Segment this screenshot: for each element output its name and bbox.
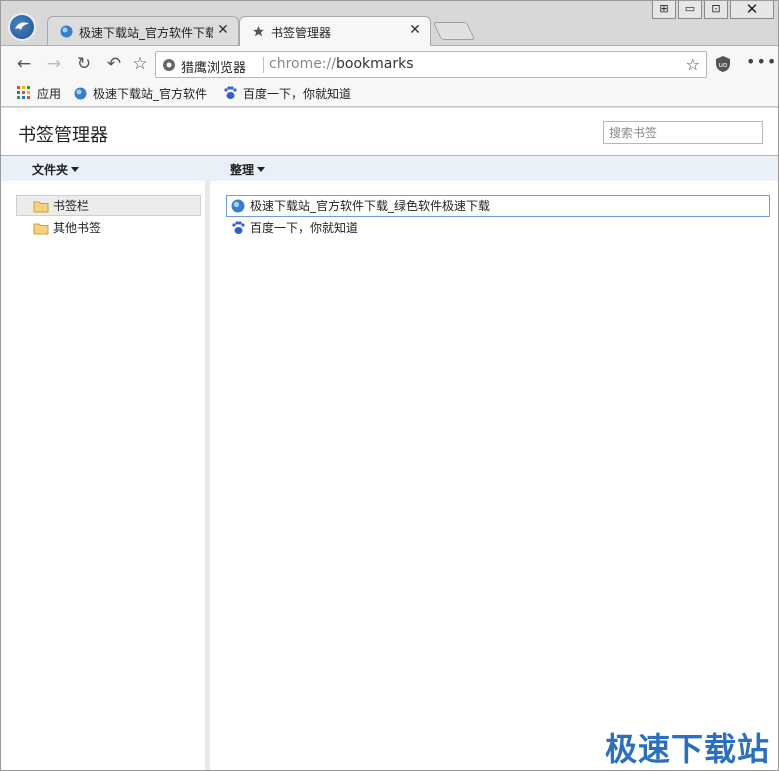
folder-icon [33, 221, 49, 235]
bookmarks-bar: 应用 极速下载站_官方软件 百度一下，你就知道 [1, 81, 778, 107]
bookmark-label: 应用 [37, 87, 62, 101]
url-text[interactable]: chrome://bookmarks [269, 56, 414, 72]
undo-close-button[interactable]: ↶ [103, 53, 125, 75]
bookmark-row[interactable]: 百度一下，你就知道 [226, 217, 770, 239]
url-scheme: chrome:// [269, 56, 336, 72]
bookmarks-bar-apps[interactable]: 应用 [17, 85, 61, 103]
address-divider [263, 57, 264, 73]
watermark-logo: 极速下载站 [605, 730, 771, 768]
site-name: 猎鹰浏览器 [181, 61, 247, 76]
column-header: 文件夹 整理 [1, 156, 778, 181]
bookmark-row[interactable]: 极速下载站_官方软件下载_绿色软件极速下载 [226, 195, 770, 217]
chevron-down-icon [257, 167, 266, 172]
tab-jisu-download[interactable]: 极速下载站_官方软件下载 ✕ [47, 16, 239, 46]
favorite-icon[interactable]: ☆ [129, 53, 151, 75]
minimize-button[interactable]: ▭ [678, 1, 702, 19]
bookmark-title: 极速下载站_官方软件下载_绿色软件极速下载 [250, 199, 491, 213]
folder-other-bookmarks[interactable]: 其他书签 [16, 217, 201, 238]
baidu-paw-icon [223, 86, 237, 103]
baidu-paw-icon [231, 221, 245, 235]
restore-button[interactable]: ⊡ [704, 1, 728, 19]
apps-grid-icon [17, 86, 31, 103]
navigation-toolbar: ← → ↻ ↶ ☆ 猎鹰浏览器 chrome://bookmarks ☆ uo … [1, 45, 778, 81]
close-tab-icon[interactable]: ✕ [408, 22, 422, 38]
layout-icon[interactable]: ⊞ [652, 1, 676, 19]
tab-bookmark-manager[interactable]: 书签管理器 ✕ [239, 16, 431, 46]
bookmark-star-icon[interactable]: ☆ [686, 55, 700, 74]
tab-strip: 极速下载站_官方软件下载 ✕ 书签管理器 ✕ ⊞ ▭ ⊡ ✕ [1, 1, 778, 46]
bookmark-label: 百度一下，你就知道 [243, 87, 352, 101]
site-globe-icon [60, 25, 73, 38]
tab-title: 书签管理器 [271, 26, 332, 40]
bookmarks-bar-baidu[interactable]: 百度一下，你就知道 [223, 85, 351, 103]
bookmark-manager-page: 书签管理器 文件夹 整理 书签栏 其他书签 [1, 108, 778, 770]
page-header: 书签管理器 [1, 108, 778, 156]
close-window-button[interactable]: ✕ [730, 1, 774, 19]
folder-label: 其他书签 [53, 221, 102, 235]
reload-button[interactable]: ↻ [73, 53, 95, 75]
bookmark-list: 极速下载站_官方软件下载_绿色软件极速下载 百度一下，你就知道 [210, 181, 778, 770]
back-button[interactable]: ← [13, 53, 35, 75]
folders-menu-button[interactable]: 文件夹 [32, 161, 80, 178]
folder-icon [33, 199, 49, 213]
organize-menu-label: 整理 [230, 163, 255, 177]
site-globe-icon [231, 199, 245, 213]
window-controls: ⊞ ▭ ⊡ ✕ [650, 1, 774, 21]
chevron-down-icon [71, 167, 80, 172]
search-bookmarks-input[interactable] [603, 121, 763, 144]
folder-label: 书签栏 [53, 199, 90, 213]
svg-text:uo: uo [719, 61, 728, 69]
site-globe-icon [74, 87, 87, 103]
new-tab-button[interactable] [432, 22, 476, 40]
star-icon [252, 25, 265, 38]
browser-window: 极速下载站_官方软件下载 ✕ 书签管理器 ✕ ⊞ ▭ ⊡ ✕ ← → ↻ ↶ ☆ [0, 0, 779, 771]
address-bar[interactable]: 猎鹰浏览器 chrome://bookmarks ☆ [155, 51, 707, 78]
chrome-page-icon [162, 58, 176, 72]
folders-menu-label: 文件夹 [32, 163, 69, 177]
organize-menu-button[interactable]: 整理 [230, 161, 266, 178]
shield-extension-icon[interactable]: uo [715, 55, 731, 73]
close-tab-icon[interactable]: ✕ [216, 22, 230, 38]
bookmark-title: 百度一下，你就知道 [250, 221, 359, 235]
folder-tree: 书签栏 其他书签 [1, 181, 205, 770]
bookmark-label: 极速下载站_官方软件 [93, 87, 208, 101]
forward-button[interactable]: → [43, 53, 65, 75]
browser-logo-icon[interactable] [8, 13, 36, 41]
folder-bookmarks-bar[interactable]: 书签栏 [16, 195, 201, 216]
page-title: 书签管理器 [18, 125, 108, 146]
more-menu-icon[interactable]: ••• [746, 52, 777, 71]
url-path: bookmarks [336, 56, 414, 72]
bookmarks-bar-jisu[interactable]: 极速下载站_官方软件 [74, 85, 207, 103]
tab-title: 极速下载站_官方软件下载 [79, 26, 213, 40]
